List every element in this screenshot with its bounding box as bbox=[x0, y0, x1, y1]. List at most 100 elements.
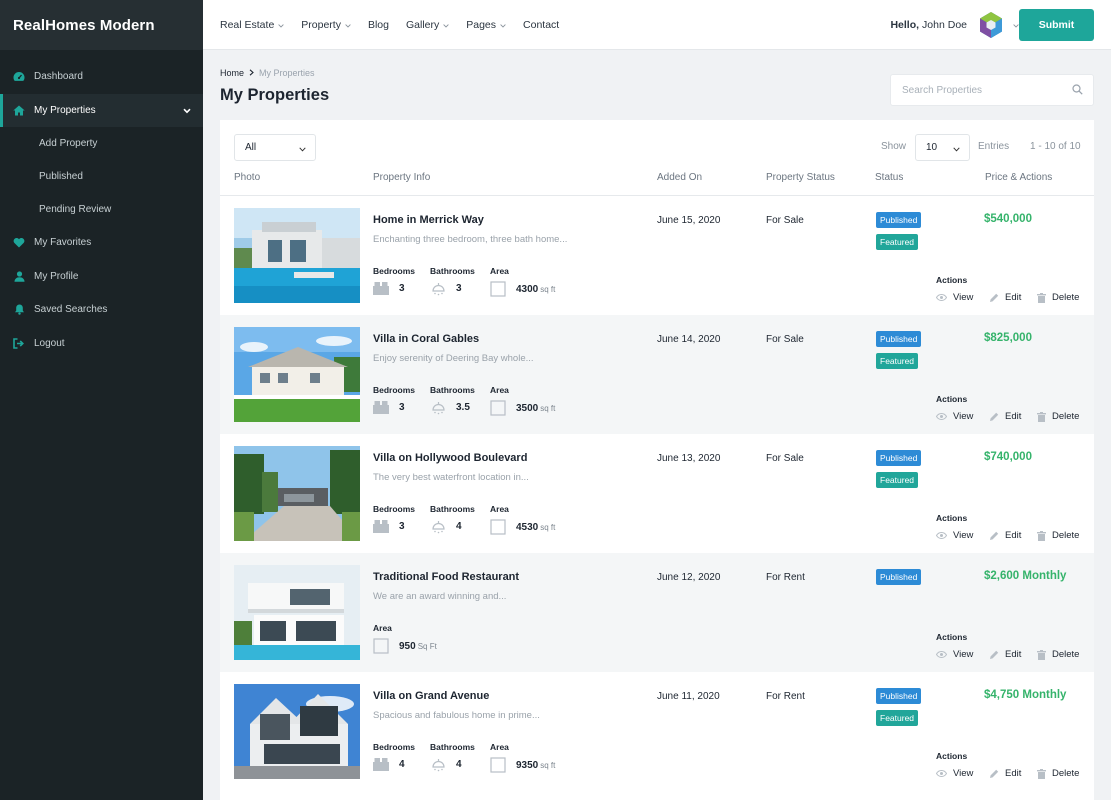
bathrooms-label: Bathrooms bbox=[430, 385, 475, 395]
delete-action[interactable]: Delete bbox=[1037, 292, 1079, 303]
status-filter-select[interactable]: All bbox=[234, 134, 316, 161]
property-title[interactable]: Villa on Hollywood Boulevard bbox=[373, 452, 527, 464]
chevron-down-icon bbox=[953, 144, 960, 155]
property-photo[interactable] bbox=[234, 327, 360, 422]
edit-label: Edit bbox=[1005, 768, 1022, 779]
menu-item-real-estate[interactable]: Real Estate bbox=[220, 19, 284, 31]
bathrooms-label: Bathrooms bbox=[430, 742, 475, 752]
view-label: View bbox=[953, 530, 974, 541]
edit-action[interactable]: Edit bbox=[989, 292, 1021, 303]
eye-icon bbox=[936, 651, 947, 658]
view-action[interactable]: View bbox=[936, 411, 973, 422]
view-action[interactable]: View bbox=[936, 649, 973, 660]
sidebar-subitem-published[interactable]: Published bbox=[0, 160, 203, 193]
bathrooms-label: Bathrooms bbox=[430, 504, 475, 514]
view-action[interactable]: View bbox=[936, 292, 973, 303]
bedrooms-label: Bedrooms bbox=[373, 504, 416, 514]
search-input[interactable] bbox=[902, 84, 1062, 96]
property-status: For Sale bbox=[766, 334, 804, 345]
area-label: Area bbox=[490, 504, 509, 514]
property-photo[interactable] bbox=[234, 446, 360, 541]
area-value: 4530 bbox=[516, 521, 539, 533]
home-icon bbox=[13, 104, 25, 116]
delete-action[interactable]: Delete bbox=[1037, 530, 1079, 541]
sidebar-subitem-add-property[interactable]: Add Property bbox=[0, 127, 203, 160]
edit-action[interactable]: Edit bbox=[989, 768, 1021, 779]
property-title[interactable]: Villa on Grand Avenue bbox=[373, 690, 489, 702]
bathrooms-feature: Bathrooms 3 bbox=[430, 266, 475, 296]
edit-action[interactable]: Edit bbox=[989, 649, 1021, 660]
chevron-down-icon bbox=[183, 106, 191, 117]
delete-action[interactable]: Delete bbox=[1037, 411, 1079, 422]
property-title[interactable]: Villa in Coral Gables bbox=[373, 333, 479, 345]
bedrooms-value: 4 bbox=[399, 759, 405, 770]
brand-logo[interactable]: RealHomes Modern bbox=[0, 0, 203, 50]
properties-table-body: Home in Merrick Way Enchanting three bed… bbox=[220, 196, 1094, 791]
actions-label: Actions bbox=[936, 513, 968, 523]
property-description: The very best waterfront location in... bbox=[373, 472, 529, 483]
column-header-photo: Photo bbox=[234, 172, 261, 183]
area-icon bbox=[490, 400, 506, 416]
sidebar-subitem-pending-review[interactable]: Pending Review bbox=[0, 193, 203, 226]
property-title[interactable]: Traditional Food Restaurant bbox=[373, 571, 519, 583]
trash-icon bbox=[1037, 530, 1046, 541]
eye-icon bbox=[936, 413, 947, 420]
property-status: For Sale bbox=[766, 453, 804, 464]
trash-icon bbox=[1037, 411, 1046, 422]
area-icon bbox=[490, 281, 506, 297]
edit-label: Edit bbox=[1005, 530, 1022, 541]
pencil-icon bbox=[989, 531, 999, 541]
edit-action[interactable]: Edit bbox=[989, 411, 1021, 422]
bed-icon bbox=[373, 757, 389, 772]
breadcrumb-home[interactable]: Home bbox=[220, 68, 244, 78]
property-photo[interactable] bbox=[234, 208, 360, 303]
menu-item-pages[interactable]: Pages bbox=[466, 19, 506, 31]
area-icon bbox=[490, 519, 506, 535]
property-price: $2,600 Monthly bbox=[984, 570, 1067, 582]
avatar[interactable] bbox=[977, 11, 1005, 39]
view-action[interactable]: View bbox=[936, 530, 973, 541]
area-unit: Sq Ft bbox=[417, 641, 437, 651]
property-photo[interactable] bbox=[234, 565, 360, 660]
published-badge: Published bbox=[876, 331, 922, 347]
area-icon bbox=[490, 757, 506, 773]
submit-button[interactable]: Submit bbox=[1019, 9, 1094, 41]
trash-icon bbox=[1037, 768, 1046, 779]
published-badge: Published bbox=[876, 212, 922, 228]
delete-action[interactable]: Delete bbox=[1037, 768, 1079, 779]
delete-label: Delete bbox=[1052, 411, 1080, 422]
area-feature: Area 4530 sq ft bbox=[490, 504, 555, 535]
sidebar-item-saved-searches[interactable]: Saved Searches bbox=[0, 293, 203, 327]
menu-item-label: Property bbox=[301, 18, 341, 31]
entries-per-page-select[interactable]: 10 bbox=[915, 134, 970, 161]
chevron-down-icon bbox=[500, 19, 506, 31]
user-menu[interactable]: Hello, John Doe bbox=[890, 0, 1019, 50]
shower-icon bbox=[430, 757, 446, 772]
view-action[interactable]: View bbox=[936, 768, 973, 779]
trash-icon bbox=[1037, 292, 1046, 303]
sidebar-item-my-properties[interactable]: My Properties bbox=[0, 93, 203, 127]
menu-item-contact[interactable]: Contact bbox=[523, 19, 559, 31]
property-title[interactable]: Home in Merrick Way bbox=[373, 214, 484, 226]
search-icon[interactable] bbox=[1072, 84, 1083, 98]
table-row: Villa on Grand Avenue Spacious and fabul… bbox=[220, 672, 1094, 791]
pencil-icon bbox=[989, 769, 999, 779]
menu-item-blog[interactable]: Blog bbox=[368, 19, 389, 31]
menu-item-property[interactable]: Property bbox=[301, 19, 351, 31]
bathrooms-value: 4 bbox=[456, 521, 462, 532]
column-header-property-status: Property Status bbox=[766, 172, 835, 183]
edit-action[interactable]: Edit bbox=[989, 530, 1021, 541]
sidebar-item-my-profile[interactable]: My Profile bbox=[0, 260, 203, 294]
actions-label: Actions bbox=[936, 751, 968, 761]
sidebar-item-logout[interactable]: Logout bbox=[0, 327, 203, 361]
property-description: We are an award winning and... bbox=[373, 591, 507, 602]
property-photo[interactable] bbox=[234, 684, 360, 779]
sidebar-item-dashboard[interactable]: Dashboard bbox=[0, 60, 203, 94]
table-row: Traditional Food Restaurant We are an aw… bbox=[220, 553, 1094, 672]
sidebar-item-my-favorites[interactable]: My Favorites bbox=[0, 226, 203, 260]
eye-icon bbox=[936, 770, 947, 777]
logout-icon bbox=[13, 337, 25, 349]
menu-item-gallery[interactable]: Gallery bbox=[406, 19, 449, 31]
area-label: Area bbox=[490, 385, 509, 395]
delete-action[interactable]: Delete bbox=[1037, 649, 1079, 660]
